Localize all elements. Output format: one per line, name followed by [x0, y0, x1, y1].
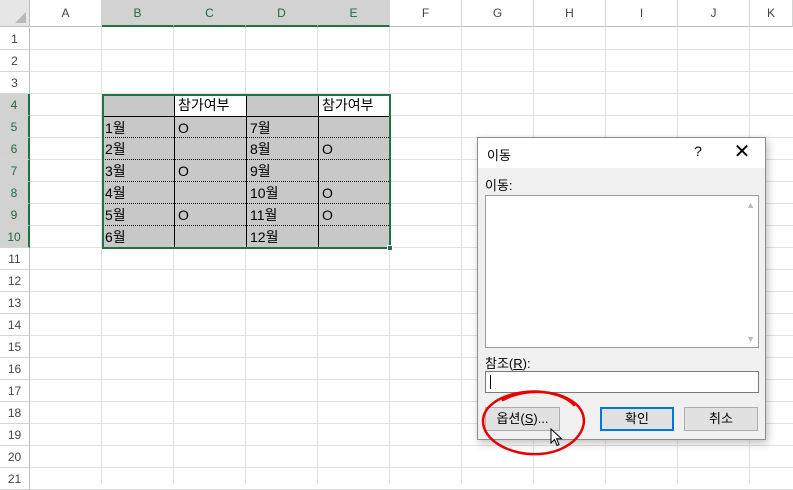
goto-dialog: 이동 ? ✕ 이동: ▲ ▼ 참조(R): 옵션(S)... 확인 취소	[477, 137, 766, 440]
table-header-cell[interactable]	[102, 94, 174, 116]
options-label-suffix: )...	[533, 411, 549, 426]
row-header-15[interactable]: 15	[0, 336, 30, 358]
row-header-2[interactable]: 2	[0, 50, 30, 72]
table-cell[interactable]	[318, 116, 391, 138]
scroll-up-icon[interactable]: ▲	[746, 200, 755, 210]
help-button[interactable]: ?	[690, 143, 706, 159]
table-cell[interactable]: O	[318, 204, 391, 226]
table-header-cell[interactable]	[246, 94, 318, 116]
options-button[interactable]: 옵션(S)...	[485, 407, 560, 431]
options-label-prefix: 옵션(	[496, 411, 525, 426]
table-cell[interactable]	[174, 182, 246, 204]
row-header-13[interactable]: 13	[0, 292, 30, 314]
gridline-horizontal	[30, 445, 793, 446]
column-header-i[interactable]: I	[606, 0, 678, 27]
goto-listbox[interactable]: ▲ ▼	[485, 195, 759, 348]
table-cell[interactable]: 6월	[102, 226, 174, 248]
cancel-button[interactable]: 취소	[684, 407, 758, 431]
table-cell[interactable]: 2월	[102, 138, 174, 160]
row-header-20[interactable]: 20	[0, 446, 30, 468]
table-cell[interactable]: O	[174, 160, 246, 182]
row-header-8[interactable]: 8	[0, 182, 30, 204]
table-cell[interactable]: 5월	[102, 204, 174, 226]
table-cell[interactable]: 8월	[246, 138, 318, 160]
table-cell[interactable]: O	[318, 138, 391, 160]
table-cell[interactable]	[174, 226, 246, 248]
ok-button[interactable]: 확인	[600, 407, 674, 431]
table-cell[interactable]: O	[174, 204, 246, 226]
column-header-e[interactable]: E	[318, 0, 390, 27]
row-header-21[interactable]: 21	[0, 468, 30, 490]
row-header-4[interactable]: 4	[0, 94, 30, 116]
row-header-11[interactable]: 11	[0, 248, 30, 270]
text-caret	[490, 375, 491, 389]
table-cell[interactable]: O	[174, 116, 246, 138]
table-cell[interactable]: 7월	[246, 116, 318, 138]
row-header-14[interactable]: 14	[0, 314, 30, 336]
reference-label-prefix: 참조(	[485, 356, 514, 371]
table-header-cell[interactable]: 참가여부	[318, 94, 391, 116]
column-header-f[interactable]: F	[390, 0, 462, 27]
row-header-3[interactable]: 3	[0, 72, 30, 94]
gridline-horizontal	[30, 71, 793, 72]
scroll-down-icon[interactable]: ▼	[746, 334, 755, 344]
table-header-cell[interactable]: 참가여부	[174, 94, 246, 116]
row-header-5[interactable]: 5	[0, 116, 30, 138]
column-header-a[interactable]: A	[30, 0, 102, 27]
table-cell[interactable]: 1월	[102, 116, 174, 138]
table-cell[interactable]: 10월	[246, 182, 318, 204]
column-header-j[interactable]: J	[678, 0, 750, 27]
close-icon[interactable]: ✕	[730, 141, 754, 163]
row-header-1[interactable]: 1	[0, 28, 30, 50]
reference-label-suffix: ):	[522, 356, 531, 371]
column-header-d[interactable]: D	[246, 0, 318, 27]
reference-input[interactable]	[485, 371, 759, 393]
dialog-titlebar: 이동 ? ✕	[478, 138, 765, 168]
select-all-corner[interactable]	[0, 0, 30, 27]
row-header-6[interactable]: 6	[0, 138, 30, 160]
column-header-k[interactable]: K	[750, 0, 793, 27]
gridline-vertical	[461, 27, 462, 484]
table-cell[interactable]	[174, 138, 246, 160]
row-header-7[interactable]: 7	[0, 160, 30, 182]
row-header-19[interactable]: 19	[0, 424, 30, 446]
column-header-b[interactable]: B	[102, 0, 174, 27]
fill-handle[interactable]	[387, 245, 393, 251]
table-cell[interactable]: 3월	[102, 160, 174, 182]
row-header-17[interactable]: 17	[0, 380, 30, 402]
row-header-18[interactable]: 18	[0, 402, 30, 424]
reference-label: 참조(R):	[485, 353, 531, 372]
table-cell[interactable]: 11월	[246, 204, 318, 226]
column-header-g[interactable]: G	[462, 0, 534, 27]
mouse-pointer-icon	[550, 428, 563, 447]
reference-label-key: R	[513, 356, 523, 371]
table-cell[interactable]: O	[318, 182, 391, 204]
goto-label: 이동:	[485, 178, 513, 193]
gridline-horizontal	[30, 467, 793, 468]
table-cell[interactable]: 12월	[246, 226, 318, 248]
table-cell[interactable]	[318, 226, 391, 248]
gridline-horizontal	[30, 49, 793, 50]
dialog-title: 이동	[487, 148, 511, 163]
table-cell[interactable]	[318, 160, 391, 182]
table-cell[interactable]: 9월	[246, 160, 318, 182]
row-header-10[interactable]: 10	[0, 226, 30, 248]
row-header-9[interactable]: 9	[0, 204, 30, 226]
row-header-12[interactable]: 12	[0, 270, 30, 292]
column-header-h[interactable]: H	[534, 0, 606, 27]
table-cell[interactable]: 4월	[102, 182, 174, 204]
row-header-16[interactable]: 16	[0, 358, 30, 380]
column-header-c[interactable]: C	[174, 0, 246, 27]
